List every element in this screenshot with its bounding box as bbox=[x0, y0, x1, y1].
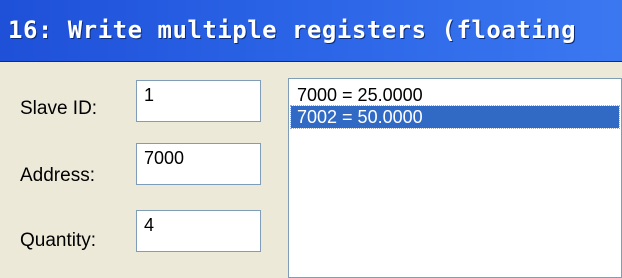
slave-id-label: Slave ID: bbox=[20, 98, 98, 119]
slave-id-input[interactable]: 1 bbox=[136, 80, 261, 122]
address-label: Address: bbox=[20, 165, 95, 186]
quantity-input[interactable]: 4 bbox=[136, 210, 261, 252]
list-item-register-7000[interactable]: 7000 = 25.0000 bbox=[291, 84, 619, 106]
address-input[interactable]: 7000 bbox=[136, 143, 261, 185]
window-title: 16: Write multiple registers (floating bbox=[8, 16, 577, 44]
title-bar[interactable]: 16: Write multiple registers (floating bbox=[0, 0, 622, 62]
register-values-list[interactable]: 7000 = 25.0000 7002 = 50.0000 bbox=[288, 78, 622, 278]
list-item-register-7002[interactable]: 7002 = 50.0000 bbox=[290, 105, 620, 129]
quantity-label: Quantity: bbox=[20, 230, 97, 251]
